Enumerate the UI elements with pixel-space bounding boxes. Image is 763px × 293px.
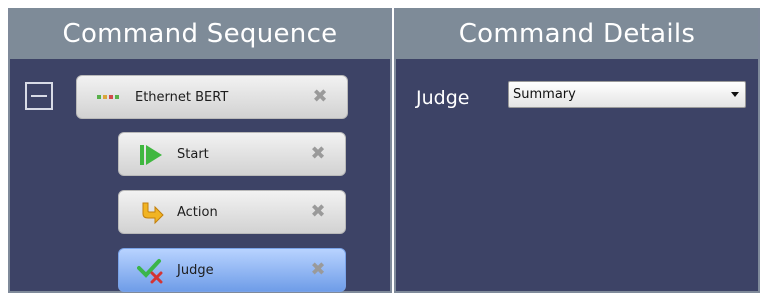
command-details-panel: Command Details Judge Summary [394,8,760,293]
command-item-label: Start [177,147,209,162]
command-item-ethernet-bert[interactable]: Ethernet BERT ✖ [76,75,348,119]
judge-select[interactable]: Summary [508,81,746,108]
command-item-label: Judge [177,263,214,278]
judge-icon [137,258,165,284]
remove-command-icon[interactable]: ✖ [309,261,327,279]
command-details-body: Judge Summary [396,59,758,291]
app-frame: Command Sequence Ethernet BERT ✖ Start ✖… [8,8,760,293]
remove-command-icon[interactable]: ✖ [309,203,327,221]
judge-select-value: Summary [513,87,576,102]
play-icon [139,143,163,167]
remove-command-icon[interactable]: ✖ [311,88,329,106]
command-item-action[interactable]: Action ✖ [118,190,346,234]
remove-command-icon[interactable]: ✖ [309,145,327,163]
command-sequence-panel: Command Sequence Ethernet BERT ✖ Start ✖… [8,8,392,293]
chevron-down-icon [731,92,739,97]
command-sequence-header: Command Sequence [10,8,390,59]
command-item-start[interactable]: Start ✖ [118,132,346,176]
command-sequence-body: Ethernet BERT ✖ Start ✖ Action ✖ Judge ✖ [10,59,390,292]
judge-field-label: Judge [416,87,470,109]
arrow-icon [139,200,165,226]
command-item-label: Ethernet BERT [135,90,229,105]
collapse-toggle-button[interactable] [25,82,53,110]
command-item-label: Action [177,205,218,220]
command-details-header: Command Details [396,8,758,59]
ethernet-ports-icon [97,93,121,101]
command-item-judge[interactable]: Judge ✖ [118,248,346,292]
